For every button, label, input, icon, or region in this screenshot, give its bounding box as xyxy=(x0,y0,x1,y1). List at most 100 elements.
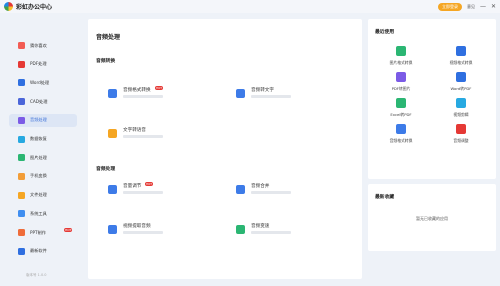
image-icon xyxy=(18,154,25,162)
sidebar-item-label: Word处理 xyxy=(30,79,50,85)
sidebar-item-label: 系统工具 xyxy=(30,210,47,216)
feedback-link[interactable]: 意见 xyxy=(467,4,475,10)
recent-item[interactable]: Word转PDF xyxy=(440,72,482,96)
tool-speech-to-text[interactable]: 音频转文字 xyxy=(236,87,346,107)
recent-title: 最近使用 xyxy=(375,30,395,35)
app-title: 彩虹办公中心 xyxy=(16,4,53,11)
ppt-icon xyxy=(18,229,25,236)
recent-item[interactable]: 图片格式转换 xyxy=(380,46,422,70)
recent-panel: 最近使用 图片格式转换 视频格式转换 PDF转图片 Word转PDF Excel转PDF… xyxy=(368,19,496,179)
recent-item-label: Excel转PDF xyxy=(390,112,412,117)
sidebar-item-label: 图片处理 xyxy=(30,154,47,160)
tool-description-placeholder xyxy=(123,135,163,138)
word-icon xyxy=(18,79,25,87)
hot-badge: HOT xyxy=(64,228,73,232)
sidebar-item-audio[interactable]: 音频处理 xyxy=(9,113,77,127)
recovery-icon xyxy=(18,135,25,143)
tool-label: 音频格式转换 xyxy=(123,88,151,93)
sidebar: 猜你喜欢 PDF处理 Word处理 CAD处理音频处理数据恢复图片处理手机变换文件处理… xyxy=(0,13,88,286)
main-content: 音频处理 音频转换 音频处理 音频格式转换 HOT 音频转文字 文字转语音 音量调节 HO… xyxy=(88,19,362,279)
tool-audio-convert[interactable]: 音频格式转换 HOT xyxy=(108,86,218,107)
tool-description-placeholder xyxy=(251,231,291,234)
file-icon xyxy=(18,191,25,199)
image-convert-icon xyxy=(396,46,406,56)
tool-description-placeholder xyxy=(123,95,163,98)
recent-item-label: 视频格式转换 xyxy=(449,60,473,65)
sidebar-item-label: 文件处理 xyxy=(30,192,47,198)
video-extract-icon xyxy=(108,225,117,234)
sidebar-item-image[interactable]: 图片处理 xyxy=(9,151,77,164)
tool-video-extract[interactable]: 视频提取音频 xyxy=(108,223,218,243)
tool-speed[interactable]: 音频变速 xyxy=(236,223,346,243)
phone-icon xyxy=(18,172,25,180)
sidebar-item-label: 手机变换 xyxy=(30,173,47,179)
close-button[interactable]: ✕ xyxy=(491,3,496,10)
title-bar: 彩虹办公中心 立即登录 意见 — ✕ xyxy=(0,0,500,13)
sidebar-item-file[interactable]: 文件处理 xyxy=(9,189,77,202)
recent-item-label: Word转PDF xyxy=(450,86,472,91)
tool-audio-merge[interactable]: 音频合并 xyxy=(236,183,346,203)
volume-icon xyxy=(108,185,117,194)
excel-to-pdf-icon xyxy=(396,98,406,108)
hot-badge: HOT xyxy=(155,86,164,90)
new-software-icon xyxy=(18,247,25,255)
recent-item-label: 音频调整 xyxy=(453,138,469,143)
sidebar-item-pdf[interactable]: PDF处理 xyxy=(9,58,77,71)
recent-item[interactable]: 视频剪辑 xyxy=(440,98,482,122)
sidebar-item-recovery[interactable]: 数据恢复 xyxy=(9,133,77,146)
speed-icon xyxy=(236,225,245,234)
heart-icon xyxy=(18,42,25,49)
login-button[interactable]: 立即登录 xyxy=(437,2,462,11)
page-title: 音频处理 xyxy=(96,34,121,41)
tool-volume[interactable]: 音量调节 HOT xyxy=(108,182,218,203)
tool-label: 音频合并 xyxy=(251,184,270,189)
tool-text-to-speech[interactable]: 文字转语音 xyxy=(108,127,218,147)
pdf-icon xyxy=(18,60,25,68)
sidebar-item-label: 猜你喜欢 xyxy=(30,42,47,48)
sidebar-item-system[interactable]: 系统工具 xyxy=(9,207,77,220)
sidebar-item-label: 数据恢复 xyxy=(30,136,47,141)
sidebar-item-label: 最新软件 xyxy=(30,248,47,254)
sidebar-item-phone[interactable]: 手机变换 xyxy=(9,170,77,183)
tool-label: 文字转语音 xyxy=(123,128,146,133)
recent-item-label: 视频剪辑 xyxy=(453,112,469,117)
tool-description-placeholder xyxy=(123,191,163,194)
audio-convert-icon xyxy=(396,124,406,134)
tool-description-placeholder xyxy=(123,231,163,234)
text-to-speech-icon xyxy=(108,129,117,138)
sidebar-item-label: CAD处理 xyxy=(30,98,48,104)
recent-item[interactable]: PDF转图片 xyxy=(380,72,422,96)
sidebar-item-heart[interactable]: 猜你喜欢 xyxy=(9,39,77,52)
tool-label: 音频转文字 xyxy=(251,88,274,93)
audio-adjust-icon xyxy=(456,124,466,134)
tool-description-placeholder xyxy=(251,95,291,98)
recent-item[interactable]: Excel转PDF xyxy=(380,98,422,122)
sidebar-item-label: PDF处理 xyxy=(30,61,47,67)
sidebar-item-cad[interactable]: CAD处理 xyxy=(9,95,77,108)
hot-badge: HOT xyxy=(145,182,154,186)
speech-to-text-icon xyxy=(236,89,245,98)
audio-icon xyxy=(18,116,25,124)
sidebar-item-word[interactable]: Word处理 xyxy=(9,76,77,89)
recent-item[interactable]: 音频格式转换 xyxy=(380,124,422,148)
sidebar-item-ppt[interactable]: PPT制作 HOT xyxy=(9,226,77,239)
tool-label: 视频提取音频 xyxy=(123,224,151,229)
recent-item-label: 音频格式转换 xyxy=(389,138,413,143)
tool-description-placeholder xyxy=(251,191,291,194)
video-convert-icon xyxy=(456,46,466,56)
minimize-button[interactable]: — xyxy=(480,3,486,10)
recent-item-label: PDF转图片 xyxy=(391,86,411,91)
sidebar-item-new-software[interactable]: 最新软件 xyxy=(9,245,77,258)
recent-item[interactable]: 视频格式转换 xyxy=(440,46,482,70)
recent-item[interactable]: 音频调整 xyxy=(440,124,482,148)
favorites-title: 最新收藏 xyxy=(375,195,395,200)
section-title-audio-convert: 音频转换 xyxy=(96,59,116,64)
word-to-pdf-icon xyxy=(456,72,466,82)
app-logo-icon xyxy=(4,2,13,11)
favorites-panel: 最新收藏 暂无已收藏的应用 xyxy=(368,184,496,251)
cad-icon xyxy=(18,98,25,106)
sidebar-item-label: PPT制作 xyxy=(30,229,46,235)
pdf-to-image-icon xyxy=(396,72,406,82)
system-icon xyxy=(18,210,25,218)
audio-convert-icon xyxy=(108,89,117,98)
